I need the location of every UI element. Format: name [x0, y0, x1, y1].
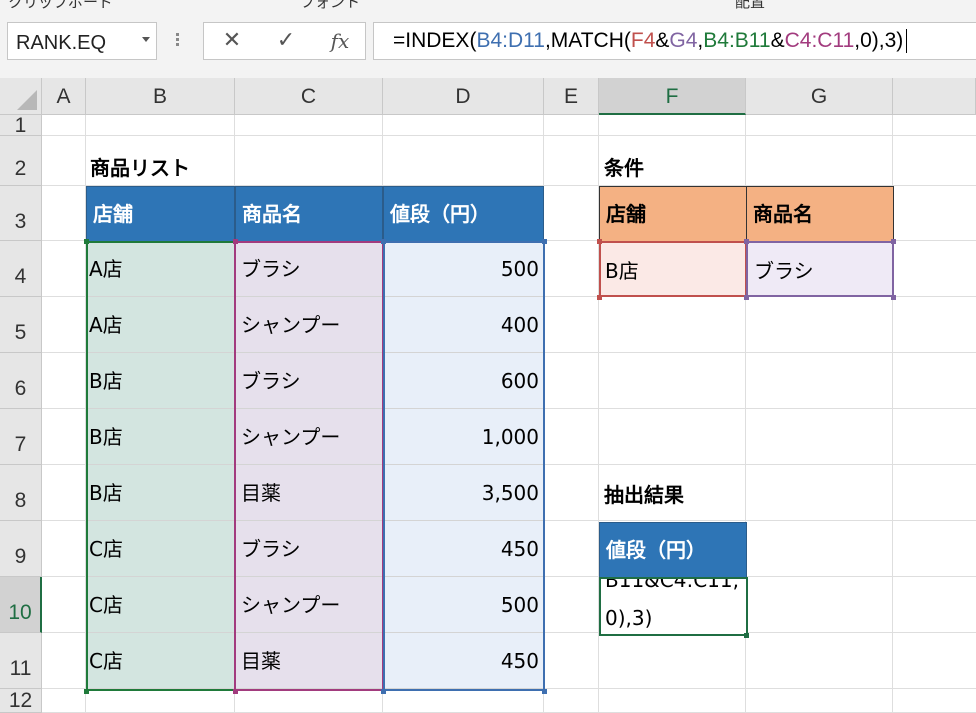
column-header-g[interactable]: G [746, 78, 893, 115]
column-header-f[interactable]: F [599, 78, 746, 115]
range-handle[interactable] [84, 689, 89, 694]
ref-range-b [86, 241, 236, 691]
header-product: 商品名 [235, 186, 383, 242]
formula-token: B4:B11 [703, 29, 771, 52]
cond-store-value[interactable]: B店 [599, 241, 747, 297]
formula-bar: RANK.EQ ✕ ✓ fx =INDEX(B4:D11,MATCH(F4&G4… [0, 14, 976, 78]
formula-token: ,MATCH( [544, 29, 631, 52]
ribbon-group-clipboard: クリップボード [8, 0, 114, 11]
range-handle[interactable] [381, 689, 386, 694]
formula-token: B4:D11 [476, 29, 545, 52]
range-handle[interactable] [381, 239, 386, 244]
cond-header-store: 店舗 [599, 186, 747, 242]
formula-token: & [770, 29, 785, 52]
range-handle[interactable] [744, 295, 749, 300]
range-handle[interactable] [233, 239, 238, 244]
insert-function-icon[interactable]: fx [322, 27, 358, 55]
ribbon-group-font: フォント [300, 0, 361, 11]
column-header-a[interactable]: A [42, 78, 86, 115]
editing-line-2: 0),3) [605, 606, 653, 630]
cancel-icon[interactable]: ✕ [214, 27, 250, 55]
column-header-e[interactable]: E [544, 78, 599, 115]
column-header-b[interactable]: B [86, 78, 235, 115]
row-header-1[interactable]: 1 [0, 115, 42, 136]
text-cursor [906, 29, 908, 54]
formula-token: =INDEX( [393, 29, 477, 52]
row-header-11[interactable]: 11 [0, 633, 42, 689]
chevron-down-icon[interactable] [142, 37, 150, 42]
range-handle[interactable] [744, 633, 749, 638]
row-header-3[interactable]: 3 [0, 186, 42, 241]
formula-token: G4 [669, 29, 698, 52]
range-handle[interactable] [891, 239, 896, 244]
range-handle[interactable] [542, 239, 547, 244]
formula-token: F4 [630, 29, 656, 52]
range-handle[interactable] [891, 295, 896, 300]
conditions-title: 条件 [604, 156, 644, 180]
result-header-price: 値段（円） [599, 522, 747, 578]
ribbon-group-alignment: 配置 [735, 0, 766, 11]
row-header-12[interactable]: 12 [0, 689, 42, 713]
row-header-5[interactable]: 5 [0, 297, 42, 353]
range-handle[interactable] [233, 689, 238, 694]
select-all-button[interactable] [0, 78, 42, 115]
column-header-h[interactable] [893, 78, 976, 115]
header-store: 店舗 [86, 186, 235, 242]
column-header-d[interactable]: D [383, 78, 544, 115]
ref-range-index [383, 241, 545, 691]
active-cell-editor[interactable]: B11&C4:C11, 0),3) [599, 577, 748, 636]
range-handle[interactable] [597, 295, 602, 300]
gridline-horizontal [42, 135, 976, 136]
enter-icon[interactable]: ✓ [268, 27, 304, 55]
row-header-4[interactable]: 4 [0, 241, 42, 297]
formula-token: ,0) [854, 29, 879, 52]
worksheet-grid[interactable]: ABCDEFG 1 2 3 4 5 6 7 8 9 10 11 12 商品リスト 店舗 商品名 値段（… [0, 78, 976, 713]
range-handle[interactable] [597, 239, 602, 244]
result-title: 抽出結果 [604, 483, 684, 507]
formula-token: ,3) [878, 29, 904, 52]
row-header-7[interactable]: 7 [0, 409, 42, 465]
range-handle[interactable] [744, 239, 749, 244]
row-header-2[interactable]: 2 [0, 136, 42, 186]
column-header-c[interactable]: C [235, 78, 383, 115]
ribbon-group-labels: クリップボード フォント 配置 [0, 0, 976, 14]
row-header-9[interactable]: 9 [0, 521, 42, 577]
splitter-handle-icon[interactable] [176, 33, 180, 51]
formula-token: C4:C11 [784, 29, 855, 52]
product-list-title: 商品リスト [90, 156, 190, 180]
row-header-10[interactable]: 10 [0, 577, 42, 633]
editing-line-1: B11&C4:C11, [605, 577, 739, 592]
cond-header-product: 商品名 [746, 186, 894, 242]
formula-input[interactable]: =INDEX(B4:D11,MATCH(F4&G4,B4:B11&C4:C11,… [373, 22, 976, 60]
formula-token: & [655, 29, 670, 52]
name-box-value: RANK.EQ [16, 32, 107, 54]
range-handle[interactable] [84, 239, 89, 244]
name-box[interactable]: RANK.EQ [7, 22, 157, 60]
cond-product-value[interactable]: ブラシ [746, 241, 894, 297]
row-header-6[interactable]: 6 [0, 353, 42, 409]
row-header-8[interactable]: 8 [0, 465, 42, 521]
range-handle[interactable] [542, 689, 547, 694]
header-price: 値段（円） [383, 186, 544, 242]
ref-range-c [234, 241, 384, 691]
formula-text: =INDEX(B4:D11,MATCH(F4&G4,B4:B11&C4:C11,… [393, 29, 908, 54]
formula-buttons: ✕ ✓ fx [203, 22, 366, 60]
